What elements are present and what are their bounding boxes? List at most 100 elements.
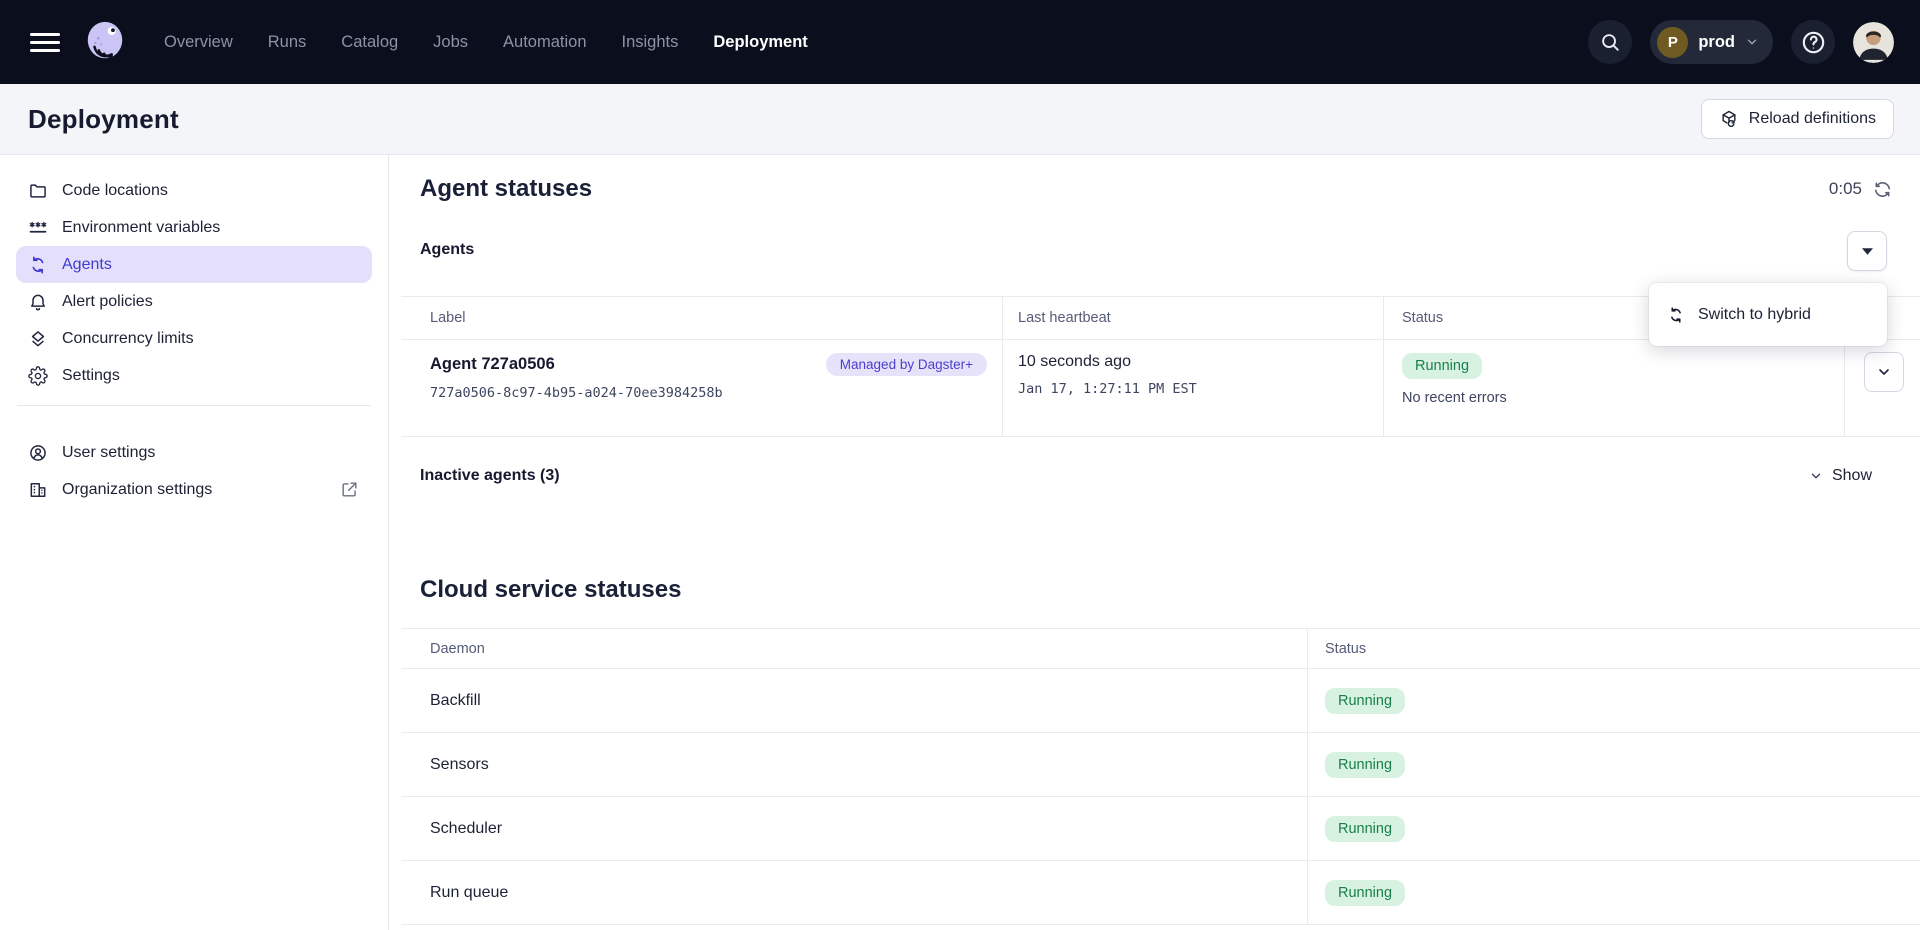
agent-name: Agent 727a0506 xyxy=(430,355,555,374)
cloud-services-table: Daemon Status Backfill Running Sensors R… xyxy=(401,628,1920,925)
menu-item-switch-to-hybrid[interactable]: Switch to hybrid xyxy=(1698,306,1811,324)
top-nav: Overview Runs Catalog Jobs Automation In… xyxy=(0,0,1920,84)
sidebar-item-label: Organization settings xyxy=(62,481,212,499)
reload-definitions-label: Reload definitions xyxy=(1749,110,1876,128)
hamburger-menu-icon[interactable] xyxy=(30,33,60,52)
sidebar-item-settings[interactable]: Settings xyxy=(0,357,388,394)
agent-row: Agent 727a0506 Managed by Dagster+ 727a0… xyxy=(401,340,1920,437)
daemon-name: Sensors xyxy=(401,733,1308,796)
heartbeat-relative: 10 seconds ago xyxy=(1018,353,1383,371)
daemon-status-cell: Running xyxy=(1308,669,1920,732)
daemon-row-run-queue: Run queue Running xyxy=(401,861,1920,925)
inactive-agents-heading: Inactive agents (3) xyxy=(420,467,560,485)
show-inactive-agents-button[interactable]: Show xyxy=(1809,467,1872,485)
cloud-table-header: Daemon Status xyxy=(401,628,1920,669)
agent-actions-menu: Switch to hybrid xyxy=(1649,283,1887,346)
sidebar-item-alert-policies[interactable]: Alert policies xyxy=(0,283,388,320)
daemon-name: Backfill xyxy=(401,669,1308,732)
main-content: Agent statuses 0:05 Agents Label Last he… xyxy=(389,155,1920,930)
agent-label-cell: Agent 727a0506 Managed by Dagster+ 727a0… xyxy=(401,340,1003,436)
env-vars-icon xyxy=(28,218,48,238)
sidebar-item-label: Environment variables xyxy=(62,219,220,237)
dagster-logo-icon[interactable] xyxy=(82,19,128,65)
search-button[interactable] xyxy=(1588,20,1632,64)
heartbeat-timestamp: Jan 17, 1:27:11 PM EST xyxy=(1018,381,1383,397)
daemon-row-scheduler: Scheduler Running xyxy=(401,797,1920,861)
nav-item-catalog[interactable]: Catalog xyxy=(341,33,398,52)
sidebar-item-environment-variables[interactable]: Environment variables xyxy=(0,209,388,246)
folder-icon xyxy=(28,181,48,201)
deployment-initial-badge: P xyxy=(1657,27,1688,58)
daemon-row-backfill: Backfill Running xyxy=(401,669,1920,733)
primary-nav: Overview Runs Catalog Jobs Automation In… xyxy=(164,33,808,52)
deployment-name: prod xyxy=(1698,33,1735,52)
column-header-label: Label xyxy=(401,297,1003,339)
column-header-last-heartbeat: Last heartbeat xyxy=(1003,297,1384,339)
managed-by-dagster-badge: Managed by Dagster+ xyxy=(826,353,987,376)
sidebar-item-agents[interactable]: Agents xyxy=(16,246,372,283)
user-avatar[interactable] xyxy=(1853,22,1894,63)
show-label: Show xyxy=(1832,467,1872,485)
agent-heartbeat-cell: 10 seconds ago Jan 17, 1:27:11 PM EST xyxy=(1003,340,1384,436)
sidebar-item-user-settings[interactable]: User settings xyxy=(0,434,388,471)
column-header-status: Status xyxy=(1308,629,1920,668)
page-title: Deployment xyxy=(28,104,179,135)
nav-item-deployment[interactable]: Deployment xyxy=(713,33,807,52)
nav-item-insights[interactable]: Insights xyxy=(622,33,679,52)
refresh-countdown: 0:05 xyxy=(1829,179,1892,199)
status-badge: Running xyxy=(1325,880,1405,906)
user-circle-icon xyxy=(28,443,48,463)
building-icon xyxy=(28,480,48,500)
deployment-switcher[interactable]: P prod xyxy=(1650,20,1773,64)
bell-icon xyxy=(28,292,48,312)
agents-cycle-icon xyxy=(28,255,48,275)
status-badge: Running xyxy=(1402,353,1482,379)
sidebar-item-code-locations[interactable]: Code locations xyxy=(0,172,388,209)
agent-actions-dropdown-button[interactable] xyxy=(1847,231,1887,271)
status-badge: Running xyxy=(1325,688,1405,714)
agents-section-heading: Agents xyxy=(420,241,474,259)
nav-item-jobs[interactable]: Jobs xyxy=(433,33,468,52)
nav-item-runs[interactable]: Runs xyxy=(268,33,307,52)
agent-statuses-title: Agent statuses xyxy=(420,175,592,203)
page-header: Deployment Reload definitions xyxy=(0,84,1920,155)
status-badge: Running xyxy=(1325,752,1405,778)
caret-down-icon xyxy=(1862,248,1873,255)
sidebar-item-organization-settings[interactable]: Organization settings xyxy=(0,471,388,508)
chevron-down-icon xyxy=(1876,364,1892,380)
sidebar-item-label: User settings xyxy=(62,444,155,462)
agent-row-expand-button[interactable] xyxy=(1864,352,1904,392)
countdown-value: 0:05 xyxy=(1829,179,1862,199)
refresh-icon[interactable] xyxy=(1873,180,1892,199)
nav-item-overview[interactable]: Overview xyxy=(164,33,233,52)
sidebar-divider xyxy=(17,405,371,406)
nav-item-automation[interactable]: Automation xyxy=(503,33,586,52)
chevron-down-icon xyxy=(1745,35,1759,49)
chevron-down-icon xyxy=(1809,469,1823,483)
agent-uuid: 727a0506-8c97-4b95-a024-70ee3984258b xyxy=(430,385,1002,401)
help-button[interactable] xyxy=(1791,20,1835,64)
nav-right-cluster: P prod xyxy=(1588,20,1894,64)
external-link-icon xyxy=(340,480,359,499)
sidebar-item-label: Settings xyxy=(62,367,120,385)
cycle-icon xyxy=(1667,306,1685,324)
daemon-status-cell: Running xyxy=(1308,733,1920,796)
daemon-status-cell: Running xyxy=(1308,861,1920,924)
gear-icon xyxy=(28,366,48,386)
reload-definitions-button[interactable]: Reload definitions xyxy=(1701,99,1894,139)
daemon-row-sensors: Sensors Running xyxy=(401,733,1920,797)
daemon-status-cell: Running xyxy=(1308,797,1920,860)
sidebar-item-concurrency-limits[interactable]: Concurrency limits xyxy=(0,320,388,357)
column-header-daemon: Daemon xyxy=(401,629,1308,668)
help-icon xyxy=(1800,29,1827,56)
layers-icon xyxy=(28,329,48,349)
cloud-service-statuses-title: Cloud service statuses xyxy=(420,576,681,604)
status-badge: Running xyxy=(1325,816,1405,842)
package-reload-icon xyxy=(1719,109,1739,129)
agent-status-cell: Running No recent errors xyxy=(1384,340,1845,436)
status-note: No recent errors xyxy=(1402,390,1844,406)
sidebar-item-label: Concurrency limits xyxy=(62,330,194,348)
sidebar-item-label: Alert policies xyxy=(62,293,153,311)
sidebar-item-label: Agents xyxy=(62,256,112,274)
search-icon xyxy=(1599,31,1621,53)
